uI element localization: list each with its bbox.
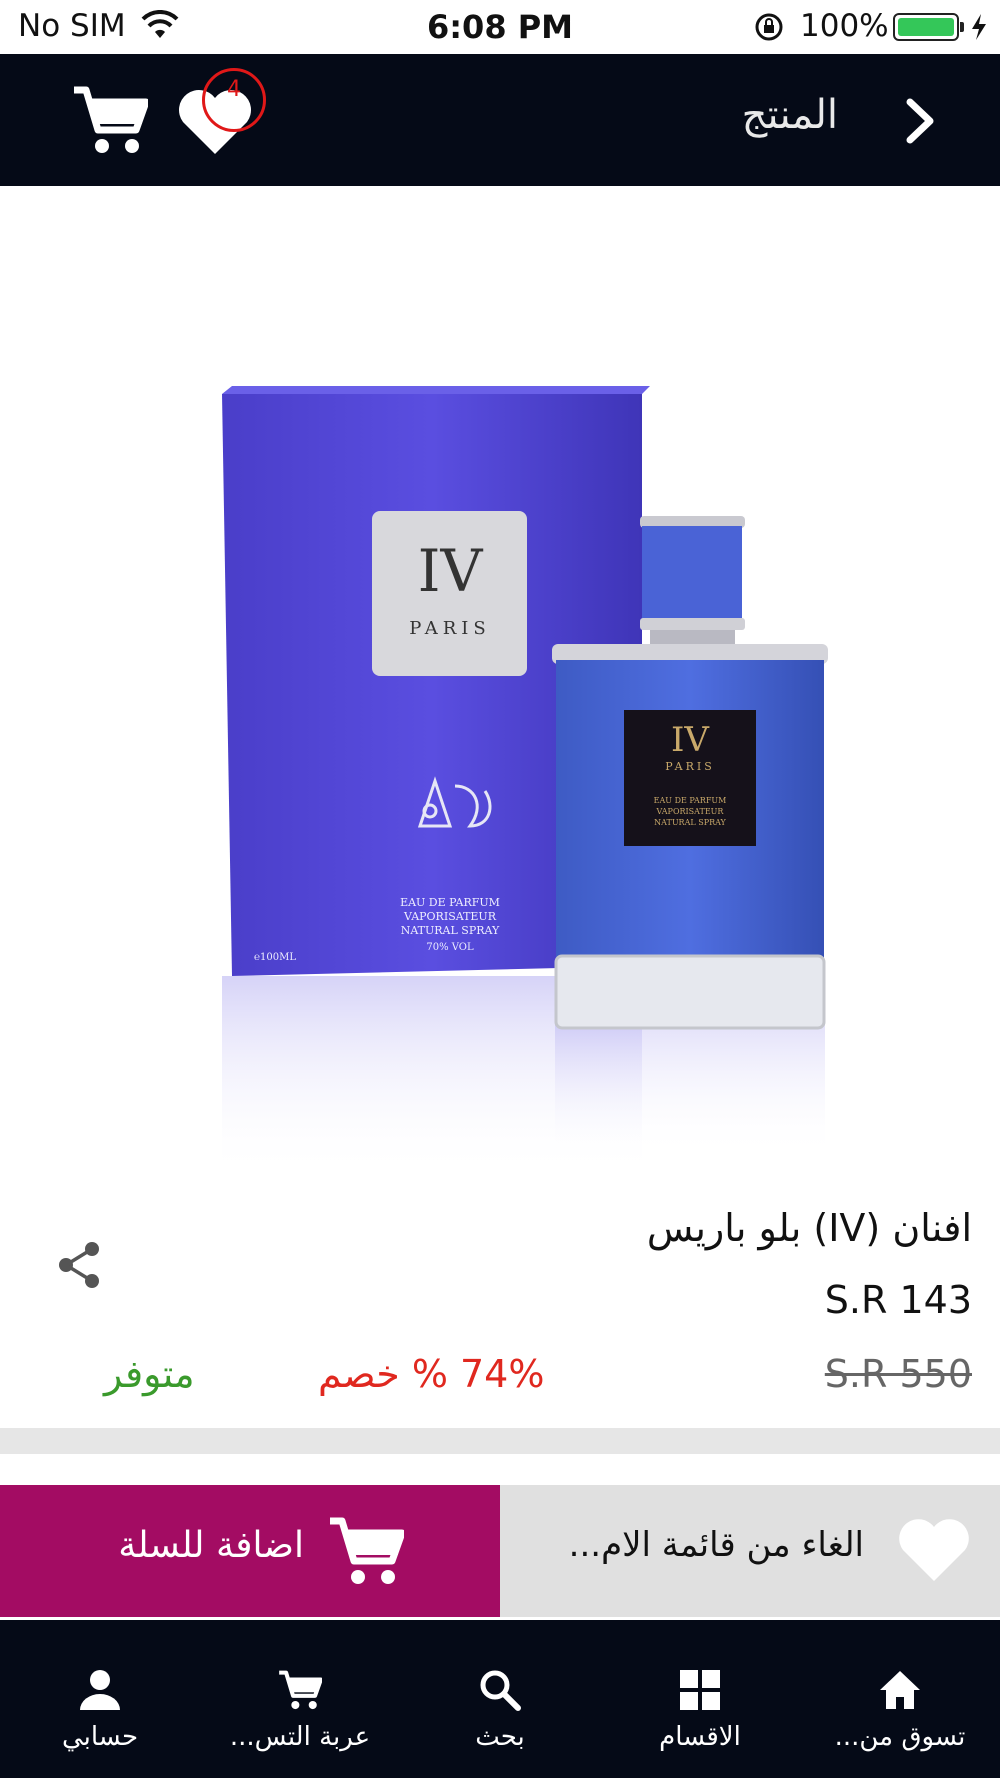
add-to-cart-button[interactable]: اضافة للسلة — [0, 1485, 500, 1617]
box-line4: 70% VOL — [426, 942, 474, 953]
battery-nub — [960, 22, 964, 32]
cart-icon — [330, 1517, 404, 1584]
discount-label: 74% % خصم — [318, 1352, 545, 1396]
remove-from-wishlist-button[interactable]: الغاء من قائمة الام... — [500, 1485, 1000, 1617]
tab-categories[interactable]: الاقسام — [600, 1620, 800, 1778]
bottle-line2: VAPORISATEUR — [656, 807, 725, 816]
home-icon — [880, 1671, 920, 1709]
tab-home[interactable]: تسوق من... — [800, 1620, 1000, 1778]
tab-cart[interactable]: عربة التس... — [200, 1620, 400, 1778]
remove-wishlist-label: الغاء من قائمة الام... — [568, 1525, 864, 1565]
cart-icon[interactable] — [72, 84, 148, 156]
old-price: S.R 550 — [824, 1352, 972, 1396]
share-icon[interactable] — [56, 1240, 102, 1290]
perfume-illustration: IV PARIS EAU DE PARFUM VAPORISATEUR NATU… — [222, 386, 828, 1176]
product-name: افنان (IV) بلو باريس — [646, 1206, 972, 1250]
wishlist-count-badge: 4 — [202, 68, 266, 132]
rotation-lock-icon — [755, 13, 783, 41]
search-icon — [480, 1670, 521, 1711]
add-to-cart-label: اضافة للسلة — [118, 1525, 304, 1566]
tab-label: بحث — [475, 1722, 525, 1752]
section-divider — [0, 1428, 1000, 1454]
product-image[interactable]: IV PARIS EAU DE PARFUM VAPORISATEUR NATU… — [0, 186, 1000, 1186]
bottle-line1: EAU DE PARFUM — [654, 796, 727, 805]
tab-account[interactable]: حسابي — [0, 1620, 200, 1778]
charging-bolt-icon — [972, 14, 986, 40]
tab-label: الاقسام — [659, 1722, 741, 1752]
chevron-right-icon[interactable] — [900, 96, 940, 146]
bottle-city: PARIS — [665, 760, 715, 773]
status-bar: No SIM 6:08 PM 100% — [0, 0, 1000, 54]
heart-icon — [899, 1519, 969, 1581]
tab-label: تسوق من... — [834, 1722, 966, 1752]
tab-label: عربة التس... — [229, 1722, 371, 1752]
page-title: المنتج — [741, 92, 838, 138]
box-brand: IV — [418, 537, 484, 605]
box-line2: VAPORISATEUR — [403, 910, 497, 923]
box-volume: ℮100ML — [254, 952, 296, 963]
person-icon — [80, 1670, 120, 1710]
tab-bar: حسابي عربة التس... بحث الاقسام تسوق من..… — [0, 1620, 1000, 1778]
stock-status: متوفر — [104, 1352, 195, 1396]
product-price: S.R 143 — [824, 1278, 972, 1322]
grid-icon — [680, 1670, 720, 1710]
box-city: PARIS — [409, 618, 490, 639]
box-line3: NATURAL SPRAY — [401, 924, 500, 937]
cart-icon — [279, 1670, 322, 1710]
box-line1: EAU DE PARFUM — [400, 896, 500, 909]
battery-icon — [893, 13, 959, 41]
bottle-line3: NATURAL SPRAY — [654, 818, 726, 827]
tab-label: حسابي — [61, 1722, 139, 1752]
tab-search[interactable]: بحث — [400, 1620, 600, 1778]
nav-bar: 4 المنتج — [0, 54, 1000, 186]
battery-percent: 100% — [800, 8, 889, 44]
bottle-brand: IV — [671, 720, 710, 760]
